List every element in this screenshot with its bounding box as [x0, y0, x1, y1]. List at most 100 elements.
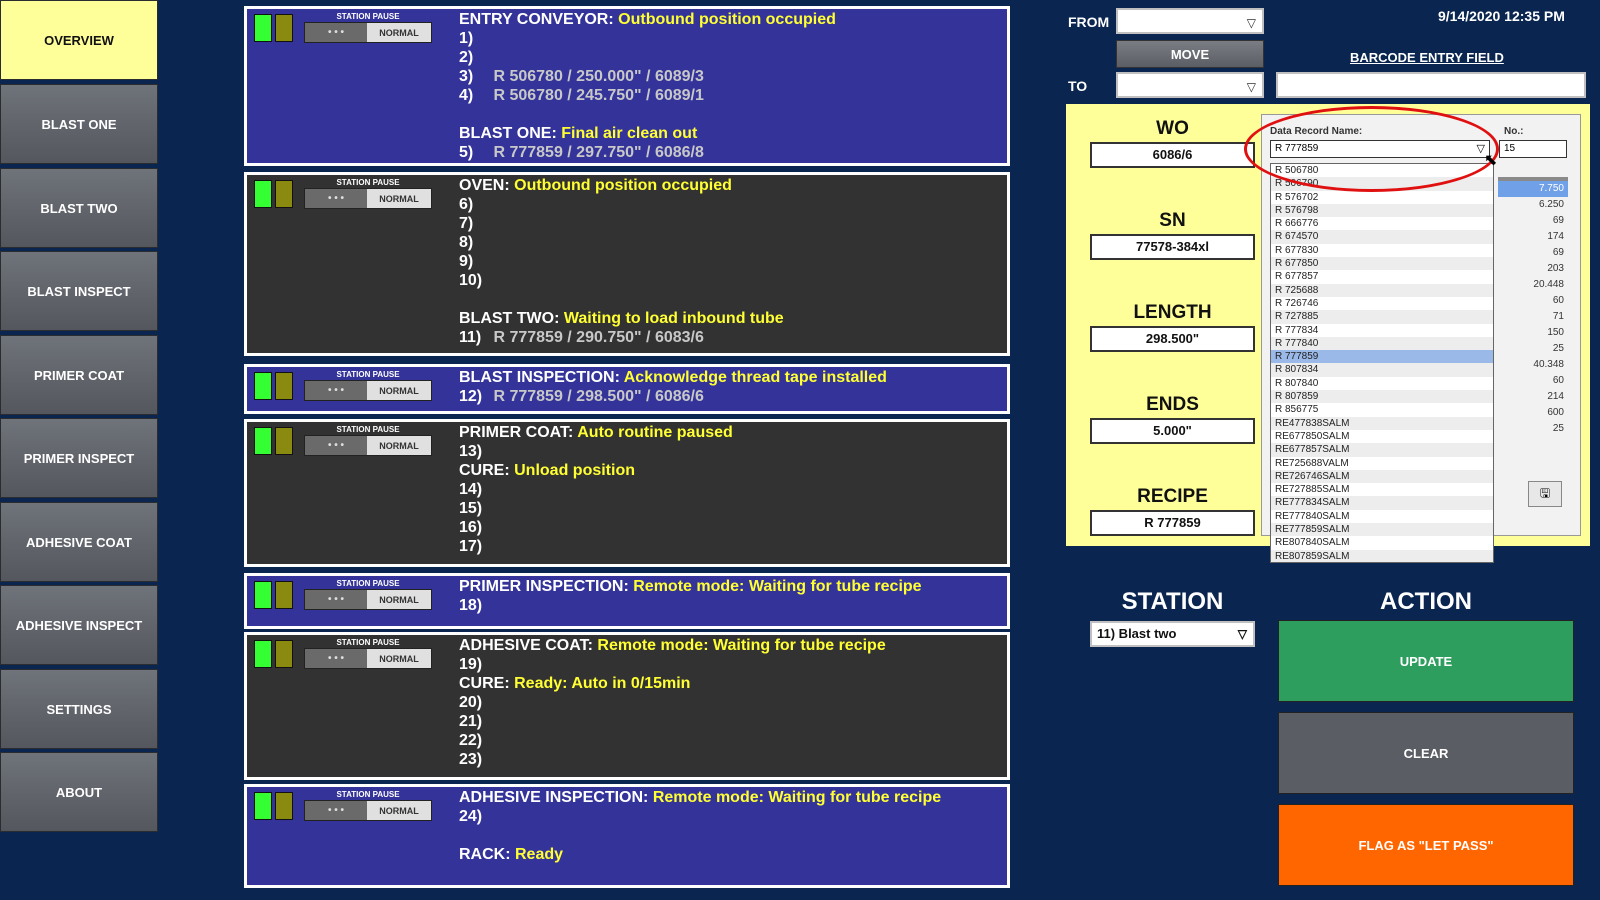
nav-about-button[interactable]: ABOUT	[0, 752, 158, 832]
station-pause-toggle[interactable]: • • • NORMAL	[304, 800, 432, 821]
station-pause-label: STATION PAUSE	[336, 425, 400, 434]
pause-off-segment[interactable]: • • •	[305, 590, 367, 609]
station-pause-toggle[interactable]: • • • NORMAL	[304, 188, 432, 209]
save-button[interactable]: 🖫	[1528, 481, 1562, 507]
dropdown-option[interactable]: R 677830	[1271, 244, 1493, 257]
position-number: 18)	[459, 597, 483, 614]
chevron-down-icon: ▽	[1246, 16, 1256, 30]
pause-normal-segment[interactable]: NORMAL	[367, 436, 431, 455]
position-line: 2)	[459, 48, 1003, 67]
number-column: 7.750 6.250 69 174 69 203 20.448 60 71 150 25 40.34…	[1498, 181, 1568, 437]
dropdown-option[interactable]: RE727885SALM	[1271, 483, 1493, 496]
dropdown-option[interactable]: RE677850SALM	[1271, 430, 1493, 443]
dropdown-option[interactable]: RE725688VALM	[1271, 457, 1493, 470]
no-field[interactable]: 15	[1499, 140, 1567, 158]
datetime-display: 9/14/2020 12:35 PM	[1438, 8, 1565, 24]
ends-field[interactable]: 5.000"	[1090, 418, 1255, 444]
pause-normal-segment[interactable]: NORMAL	[367, 381, 431, 400]
dropdown-option[interactable]: R 677850	[1271, 257, 1493, 271]
position-line: 7)	[459, 214, 1003, 233]
dropdown-option[interactable]: RE677857SALM	[1271, 443, 1493, 457]
nav-blast-inspect-button[interactable]: BLAST INSPECT	[0, 251, 158, 331]
nav-settings-button[interactable]: SETTINGS	[0, 669, 158, 749]
data-record-value: R 777859	[1275, 143, 1319, 154]
sn-field[interactable]: 77578-384xl	[1090, 234, 1255, 260]
dropdown-option[interactable]: RE726746SALM	[1271, 469, 1493, 484]
dropdown-option[interactable]: RE807840SALM	[1271, 536, 1493, 549]
update-button[interactable]: UPDATE	[1278, 620, 1574, 702]
dropdown-option[interactable]: RE777834SALM	[1271, 496, 1493, 510]
ends-label: ENDS	[1146, 394, 1199, 415]
dropdown-option[interactable]: R 576798	[1271, 203, 1493, 218]
data-record-select[interactable]: R 777859 ▽	[1270, 140, 1490, 158]
dropdown-option[interactable]: R 777840	[1271, 336, 1493, 351]
dropdown-option[interactable]: R 506780	[1271, 164, 1493, 177]
pause-off-segment[interactable]: • • •	[305, 23, 367, 42]
nav-primer-inspect-button[interactable]: PRIMER INSPECT	[0, 418, 158, 498]
clear-button[interactable]: CLEAR	[1278, 712, 1574, 794]
move-button[interactable]: MOVE	[1116, 40, 1264, 68]
nav-blast-one-button[interactable]: BLAST ONE	[0, 84, 158, 164]
pause-off-segment[interactable]: • • •	[305, 189, 367, 208]
dropdown-option[interactable]: RE477838SALM	[1271, 416, 1493, 430]
station-name: OVEN:	[459, 177, 510, 194]
dropdown-option[interactable]: R 677857	[1271, 270, 1493, 283]
station-lines: PRIMER COAT: Auto routine paused 13) CURE…	[459, 423, 1003, 556]
station-pause-toggle[interactable]: • • • NORMAL	[304, 648, 432, 669]
station-status-line: ADHESIVE INSPECTION: Remote mode: Waitin…	[459, 788, 1003, 807]
to-select[interactable]: ▽	[1116, 72, 1264, 98]
length-field[interactable]: 298.500"	[1090, 326, 1255, 352]
station-pause-label: STATION PAUSE	[336, 638, 400, 647]
station-select[interactable]: 11) Blast two ▽	[1090, 621, 1255, 647]
position-line: 23)	[459, 750, 1003, 769]
status-light-green	[254, 180, 272, 208]
station-pause-toggle[interactable]: • • • NORMAL	[304, 435, 432, 456]
pause-normal-segment[interactable]: NORMAL	[367, 590, 431, 609]
nav-adhesive-inspect-button[interactable]: ADHESIVE INSPECT	[0, 585, 158, 665]
wo-field[interactable]: 6086/6	[1090, 142, 1255, 168]
position-number: 11)	[459, 329, 482, 346]
dropdown-option[interactable]: R 576702	[1271, 191, 1493, 204]
station-status: Remote mode: Waiting for tube recipe	[652, 789, 942, 806]
dropdown-option[interactable]: RE777840SALM	[1271, 510, 1493, 523]
status-light-green	[254, 640, 272, 668]
station-pause-toggle[interactable]: • • • NORMAL	[304, 380, 432, 401]
dropdown-option[interactable]: RE807859SALM	[1271, 549, 1493, 562]
dropdown-option[interactable]: R 777859	[1271, 350, 1493, 364]
pause-off-segment[interactable]: • • •	[305, 381, 367, 400]
number-cell: 174	[1547, 231, 1564, 242]
dropdown-option[interactable]: R 777834	[1271, 324, 1493, 337]
position-number: 1)	[459, 30, 474, 47]
nav-adhesive-coat-button[interactable]: ADHESIVE COAT	[0, 502, 158, 582]
pause-normal-segment[interactable]: NORMAL	[367, 189, 431, 208]
flag-let-pass-button[interactable]: FLAG AS "LET PASS"	[1278, 804, 1574, 886]
dropdown-option[interactable]: RE777859SALM	[1271, 523, 1493, 537]
pause-normal-segment[interactable]: NORMAL	[367, 649, 431, 668]
dropdown-option[interactable]: R 726746	[1271, 297, 1493, 310]
nav-primer-coat-button[interactable]: PRIMER COAT	[0, 335, 158, 415]
pause-off-segment[interactable]: • • •	[305, 801, 367, 820]
status-light-olive	[275, 581, 293, 609]
from-select[interactable]: ▽	[1116, 8, 1264, 34]
dropdown-option[interactable]: R 856775	[1271, 403, 1493, 416]
dropdown-option[interactable]: R 807859	[1271, 390, 1493, 404]
dropdown-option[interactable]: R 674570	[1271, 230, 1493, 244]
station-lines: OVEN: Outbound position occupied 6) 7) 8)…	[459, 176, 1003, 347]
recipe-field[interactable]: R 777859	[1090, 510, 1255, 536]
dropdown-option[interactable]: R 725688	[1271, 283, 1493, 297]
pause-normal-segment[interactable]: NORMAL	[367, 801, 431, 820]
station-pause-toggle[interactable]: • • • NORMAL	[304, 22, 432, 43]
nav-overview-button[interactable]: OVERVIEW	[0, 0, 158, 80]
dropdown-option[interactable]: R 807840	[1271, 377, 1493, 390]
nav-blast-two-button[interactable]: BLAST TWO	[0, 168, 158, 248]
barcode-input[interactable]	[1276, 72, 1586, 98]
dropdown-option[interactable]: R 666776	[1271, 217, 1493, 230]
dropdown-option[interactable]: R 506790	[1271, 177, 1493, 191]
dropdown-option[interactable]: R 807834	[1271, 363, 1493, 377]
pause-off-segment[interactable]: • • •	[305, 436, 367, 455]
pause-normal-segment[interactable]: NORMAL	[367, 23, 431, 42]
dropdown-option[interactable]: R 727885	[1271, 310, 1493, 324]
data-record-dropdown-list[interactable]: R 506780 R 506790 R 576702 R 576798 R 666776…	[1270, 163, 1494, 563]
station-pause-toggle[interactable]: • • • NORMAL	[304, 589, 432, 610]
pause-off-segment[interactable]: • • •	[305, 649, 367, 668]
